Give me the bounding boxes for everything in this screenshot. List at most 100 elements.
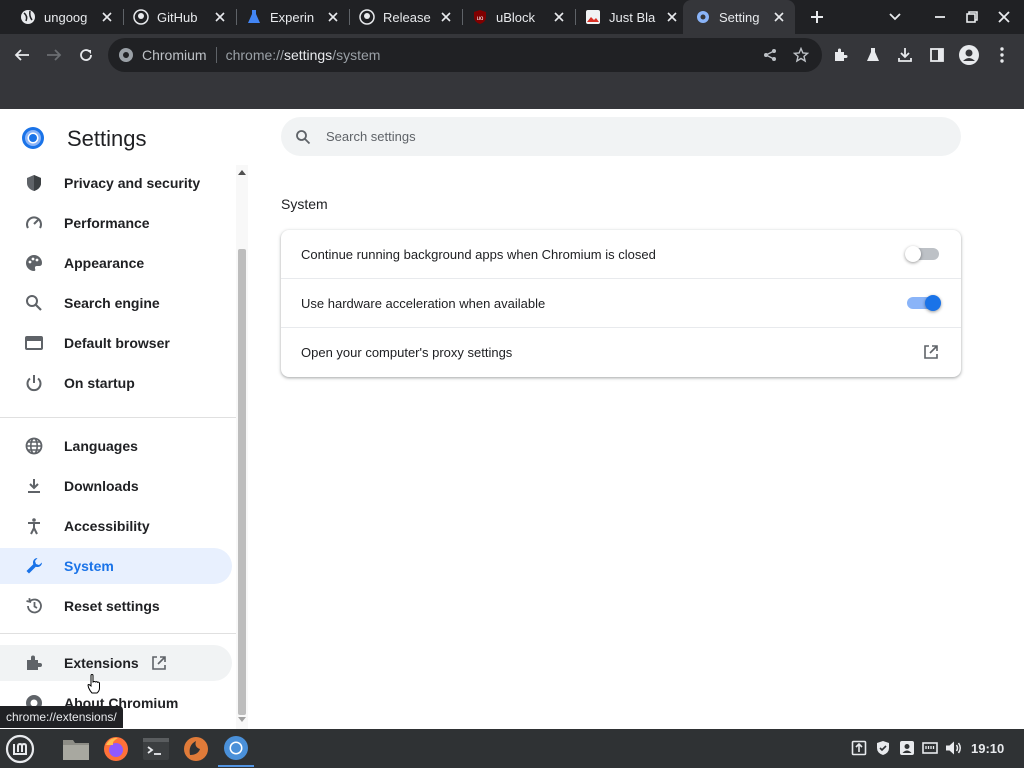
search-settings-box[interactable]: [281, 117, 961, 156]
tab-ublock[interactable]: uo uBlock: [452, 0, 575, 34]
flask-icon: [246, 9, 262, 25]
chromium-icon: [118, 47, 134, 63]
arrow-left-icon: [14, 49, 29, 61]
sidebar-item-label: System: [64, 558, 114, 574]
tab-title: ungoog: [44, 9, 88, 25]
sidebar-item-accessibility[interactable]: Accessibility: [0, 508, 232, 544]
address-bar[interactable]: Chromium chrome://settings/system: [108, 38, 822, 72]
mint-menu-icon[interactable]: [2, 731, 38, 767]
firefox-icon[interactable]: [98, 731, 134, 767]
globe-icon: [20, 9, 36, 25]
flask-icon: [867, 48, 879, 61]
terminal-icon[interactable]: [138, 731, 174, 767]
tab-strip: ungoog GitHub Experin Release uo uBlock: [0, 0, 1024, 34]
taskbar: 19:10: [0, 729, 1024, 768]
back-button[interactable]: [6, 39, 38, 71]
sidebar-item-languages[interactable]: Languages: [0, 428, 232, 464]
close-icon: [998, 11, 1010, 23]
system-settings-card: Continue running background apps when Ch…: [281, 230, 961, 377]
close-icon[interactable]: [771, 9, 787, 25]
sidebar-item-performance[interactable]: Performance: [0, 205, 232, 241]
page-title: Settings: [67, 126, 147, 151]
tab-just-black[interactable]: Just Bla: [565, 0, 688, 34]
close-window-button[interactable]: [984, 0, 1024, 34]
share-icon[interactable]: [762, 47, 778, 63]
sidebar-item-appearance[interactable]: Appearance: [0, 245, 232, 281]
sidebar-item-label: Default browser: [64, 335, 170, 351]
new-tab-button[interactable]: [797, 0, 837, 34]
download-icon: [24, 476, 44, 496]
tab-experiments[interactable]: Experin: [226, 0, 349, 34]
url-path: /system: [332, 47, 381, 63]
sidebar-item-label: Downloads: [64, 478, 139, 494]
background-apps-toggle[interactable]: [905, 246, 941, 262]
toggle-knob: [905, 246, 921, 262]
star-icon[interactable]: [793, 47, 809, 63]
side-panel-button[interactable]: [921, 39, 953, 71]
status-bubble: chrome://extensions/: [0, 706, 123, 728]
hardware-acceleration-row[interactable]: Use hardware acceleration when available: [281, 279, 961, 328]
scroll-down-arrow-icon[interactable]: [238, 715, 246, 725]
downloads-button[interactable]: [889, 39, 921, 71]
sidebar-item-reset-settings[interactable]: Reset settings: [0, 588, 232, 624]
volume-icon[interactable]: [945, 739, 963, 757]
row-label: Use hardware acceleration when available: [301, 296, 546, 311]
sidebar-item-label: Performance: [64, 215, 150, 231]
side-panel-icon: [930, 48, 944, 62]
search-icon: [294, 128, 312, 146]
puzzle-icon: [24, 653, 44, 673]
image-icon: [585, 9, 601, 25]
scroll-up-arrow-icon[interactable]: [238, 167, 246, 177]
gear-icon: [695, 9, 711, 25]
background-apps-row[interactable]: Continue running background apps when Ch…: [281, 230, 961, 279]
chromium-icon[interactable]: [218, 731, 254, 767]
close-icon[interactable]: [664, 9, 680, 25]
clock[interactable]: 19:10: [971, 741, 1004, 756]
sidebar-item-system[interactable]: System: [0, 548, 232, 584]
sidebar-item-downloads[interactable]: Downloads: [0, 468, 232, 504]
tab-title: GitHub: [157, 9, 198, 25]
plus-icon: [811, 11, 823, 23]
globe-icon: [24, 436, 44, 456]
sidebar-item-search-engine[interactable]: Search engine: [0, 285, 232, 321]
puzzle-icon: [835, 48, 848, 61]
forward-button[interactable]: [38, 39, 70, 71]
shield-icon[interactable]: [874, 739, 892, 757]
sidebar-item-extensions[interactable]: Extensions: [0, 645, 232, 681]
open-in-new-icon[interactable]: [922, 343, 940, 361]
user-icon[interactable]: [898, 739, 916, 757]
sidebar-divider: [0, 633, 236, 634]
bookmark-bar: [0, 76, 1024, 109]
search-input[interactable]: [326, 129, 926, 144]
experiments-button[interactable]: [857, 39, 889, 71]
sidebar-item-privacy[interactable]: Privacy and security: [0, 165, 232, 201]
tab-github[interactable]: GitHub: [113, 0, 236, 34]
network-icon[interactable]: [921, 739, 939, 757]
proxy-settings-row[interactable]: Open your computer's proxy settings: [281, 328, 961, 377]
tab-settings[interactable]: Setting: [683, 0, 795, 34]
reload-button[interactable]: [70, 39, 102, 71]
menu-button[interactable]: [986, 39, 1018, 71]
tab-releases[interactable]: Release: [339, 0, 462, 34]
files-icon[interactable]: [58, 731, 94, 767]
toggle-knob: [925, 295, 941, 311]
sidebar-item-on-startup[interactable]: On startup: [0, 365, 232, 401]
update-icon[interactable]: [850, 739, 868, 757]
hardware-acceleration-toggle[interactable]: [905, 295, 941, 311]
tab-ungoogled[interactable]: ungoog: [0, 0, 123, 34]
sidebar-scrollbar[interactable]: [236, 165, 248, 729]
search-icon: [24, 293, 44, 313]
extensions-button[interactable]: [825, 39, 857, 71]
sidebar-item-default-browser[interactable]: Default browser: [0, 325, 232, 361]
sidebar-item-label: Reset settings: [64, 598, 160, 614]
restore-icon: [24, 596, 44, 616]
shield-icon: [24, 173, 44, 193]
profile-button[interactable]: [953, 39, 985, 71]
ungoogled-chromium-icon[interactable]: [178, 731, 214, 767]
sidebar: Privacy and security Performance Appeara…: [0, 165, 236, 729]
sidebar-item-label: Privacy and security: [64, 175, 201, 191]
tab-search-button[interactable]: [875, 0, 915, 34]
browser-icon: [24, 333, 44, 353]
chromium-logo-icon: [22, 127, 44, 149]
scrollbar-thumb[interactable]: [238, 249, 246, 715]
